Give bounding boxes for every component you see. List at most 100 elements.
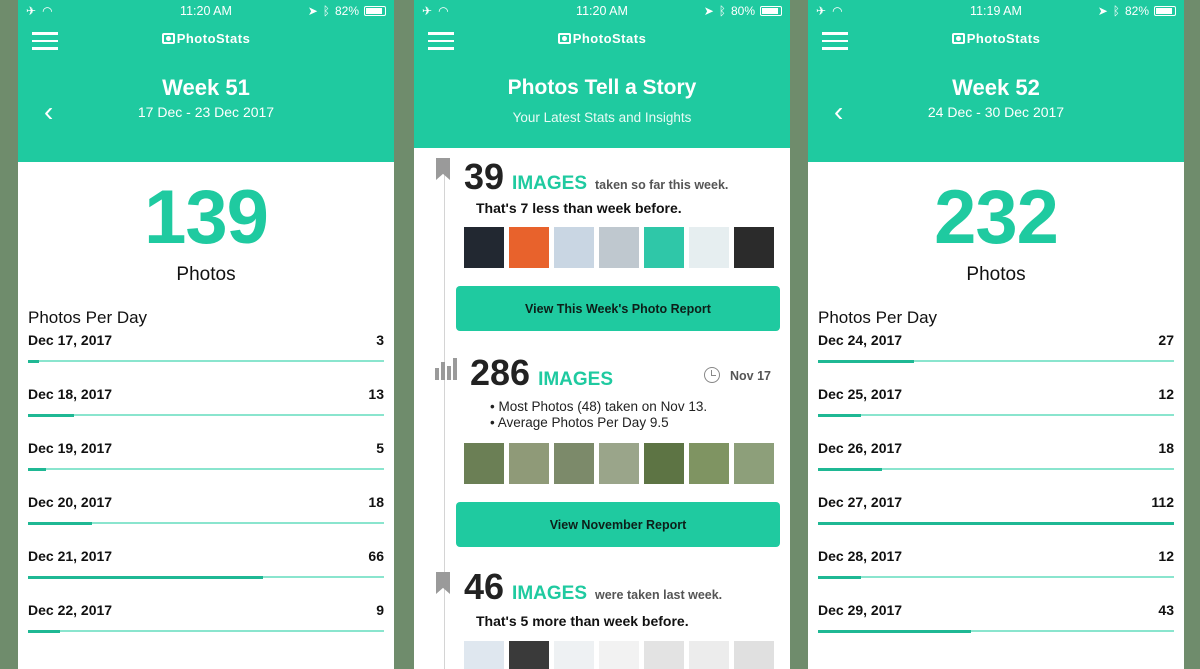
photo-thumbnail[interactable] bbox=[509, 641, 549, 669]
day-count: 18 bbox=[1158, 440, 1174, 456]
section-title: Photos Per Day bbox=[818, 308, 938, 327]
day-bar-fill bbox=[818, 629, 972, 633]
photo-thumbnail[interactable] bbox=[509, 443, 549, 484]
photo-thumbnail[interactable] bbox=[644, 443, 684, 484]
battery-percent: 80% bbox=[730, 4, 755, 18]
day-count: 13 bbox=[368, 386, 384, 402]
day-date: Dec 24, 2017 bbox=[818, 332, 903, 348]
day-date: Dec 28, 2017 bbox=[818, 548, 903, 564]
day-date: Dec 22, 2017 bbox=[28, 602, 113, 618]
day-row[interactable]: Dec 22, 2017 9 bbox=[18, 598, 394, 652]
day-row[interactable]: Dec 17, 2017 3 bbox=[18, 328, 394, 382]
photo-thumbnail[interactable] bbox=[689, 443, 729, 484]
day-bar-fill bbox=[28, 467, 46, 471]
photo-thumbnail[interactable] bbox=[464, 443, 504, 484]
view-month-report-button[interactable]: View November Report bbox=[456, 502, 780, 547]
day-bar-track bbox=[28, 629, 384, 633]
week-range: 24 Dec - 30 Dec 2017 bbox=[927, 104, 1065, 120]
day-row[interactable]: Dec 21, 2017 66 bbox=[18, 544, 394, 598]
clock-icon bbox=[704, 367, 720, 383]
photo-thumbnail[interactable] bbox=[689, 641, 729, 669]
day-bar-track bbox=[28, 521, 384, 525]
bullet-average: • Average Photos Per Day 9.5 bbox=[490, 415, 669, 430]
bluetooth-icon: ᛒ bbox=[718, 4, 726, 18]
day-row[interactable]: Dec 26, 2017 18 bbox=[808, 436, 1184, 490]
photo-thumbnail[interactable] bbox=[644, 227, 684, 268]
bar-chart-icon bbox=[435, 358, 457, 380]
day-row[interactable]: Dec 24, 2017 27 bbox=[808, 328, 1184, 382]
day-bar-track bbox=[818, 413, 1174, 417]
photo-thumbnail[interactable] bbox=[599, 443, 639, 484]
day-bar-fill bbox=[28, 359, 39, 363]
photo-thumbnail[interactable] bbox=[509, 227, 549, 268]
day-date: Dec 18, 2017 bbox=[28, 386, 113, 402]
nav-bar: PhotoStats bbox=[808, 22, 1184, 60]
day-bar-track bbox=[28, 467, 384, 471]
day-date: Dec 19, 2017 bbox=[28, 440, 113, 456]
day-count: 12 bbox=[1158, 386, 1174, 402]
status-bar: ✈ ◠ 11:19 AM ➤ ᛒ 82% bbox=[808, 0, 1184, 22]
day-bar-track bbox=[28, 575, 384, 579]
location-icon: ➤ bbox=[1097, 4, 1108, 18]
photo-thumbnail[interactable] bbox=[689, 227, 729, 268]
header: ✈ ◠ 11:19 AM ➤ ᛒ 82% PhotoStats ‹ Week 52 2… bbox=[808, 0, 1184, 162]
day-bar-track bbox=[818, 467, 1174, 471]
day-row[interactable]: Dec 20, 2017 18 bbox=[18, 490, 394, 544]
day-count: 112 bbox=[1151, 494, 1174, 510]
thumbnail-strip bbox=[464, 641, 774, 669]
comparison-text: That's 5 more than week before. bbox=[476, 613, 689, 629]
day-date: Dec 20, 2017 bbox=[28, 494, 113, 510]
week-range: 17 Dec - 23 Dec 2017 bbox=[137, 104, 275, 120]
bluetooth-icon: ᛒ bbox=[322, 4, 330, 18]
day-row[interactable]: Dec 29, 2017 43 bbox=[808, 598, 1184, 652]
photo-thumbnail[interactable] bbox=[554, 227, 594, 268]
stats-bullets: • Most Photos (48) taken on Nov 13. • Av… bbox=[490, 399, 707, 431]
app-logo: PhotoStats bbox=[414, 31, 790, 46]
thumbnail-strip bbox=[464, 443, 774, 484]
back-chevron-icon[interactable]: ‹ bbox=[44, 98, 53, 126]
photo-thumbnail[interactable] bbox=[464, 641, 504, 669]
photo-thumbnail[interactable] bbox=[554, 641, 594, 669]
photo-thumbnail[interactable] bbox=[599, 641, 639, 669]
day-date: Dec 17, 2017 bbox=[28, 332, 113, 348]
day-list: Dec 24, 2017 27 Dec 25, 2017 12 Dec 26, 20… bbox=[808, 328, 1184, 652]
status-bar: ✈ ◠ 11:20 AM ➤ ᛒ 80% bbox=[414, 0, 790, 22]
back-chevron-icon[interactable]: ‹ bbox=[834, 98, 843, 126]
photo-thumbnail[interactable] bbox=[554, 443, 594, 484]
day-row[interactable]: Dec 28, 2017 12 bbox=[808, 544, 1184, 598]
photo-thumbnail[interactable] bbox=[734, 443, 774, 484]
battery-icon bbox=[1154, 6, 1176, 16]
thumbnail-strip bbox=[464, 227, 774, 268]
day-count: 27 bbox=[1158, 332, 1174, 348]
day-row[interactable]: Dec 19, 2017 5 bbox=[18, 436, 394, 490]
day-bar-track bbox=[818, 575, 1174, 579]
card-date: Nov 17 bbox=[730, 369, 771, 383]
day-row[interactable]: Dec 18, 2017 13 bbox=[18, 382, 394, 436]
view-week-report-button[interactable]: View This Week's Photo Report bbox=[456, 286, 780, 331]
day-bar-track bbox=[818, 521, 1174, 525]
photo-thumbnail[interactable] bbox=[734, 227, 774, 268]
header: ✈ ◠ 11:20 AM ➤ ᛒ 82% PhotoStats ‹ Week 51 1… bbox=[18, 0, 394, 162]
brand-name: PhotoStats bbox=[176, 31, 251, 46]
card-headline: 46 IMAGES were taken last week. bbox=[464, 566, 722, 608]
day-count: 9 bbox=[376, 602, 384, 618]
day-count: 43 bbox=[1158, 602, 1174, 618]
week-header: ‹ Week 51 17 Dec - 23 Dec 2017 bbox=[18, 60, 394, 162]
day-bar-fill bbox=[28, 413, 75, 417]
app-logo: PhotoStats bbox=[18, 31, 394, 46]
day-list: Dec 17, 2017 3 Dec 18, 2017 13 Dec 19, 201… bbox=[18, 328, 394, 652]
day-bar-fill bbox=[818, 575, 861, 579]
day-bar-fill bbox=[28, 629, 61, 633]
day-date: Dec 25, 2017 bbox=[818, 386, 903, 402]
photo-thumbnail[interactable] bbox=[734, 641, 774, 669]
photo-thumbnail[interactable] bbox=[599, 227, 639, 268]
day-row[interactable]: Dec 25, 2017 12 bbox=[808, 382, 1184, 436]
week-title: Week 51 bbox=[162, 75, 250, 100]
day-bar-fill bbox=[818, 359, 915, 363]
day-row[interactable]: Dec 27, 2017 112 bbox=[808, 490, 1184, 544]
image-count: 39 bbox=[464, 156, 505, 197]
day-date: Dec 21, 2017 bbox=[28, 548, 113, 564]
photo-thumbnail[interactable] bbox=[464, 227, 504, 268]
photo-thumbnail[interactable] bbox=[644, 641, 684, 669]
total-photos-count: 139 bbox=[144, 175, 269, 260]
